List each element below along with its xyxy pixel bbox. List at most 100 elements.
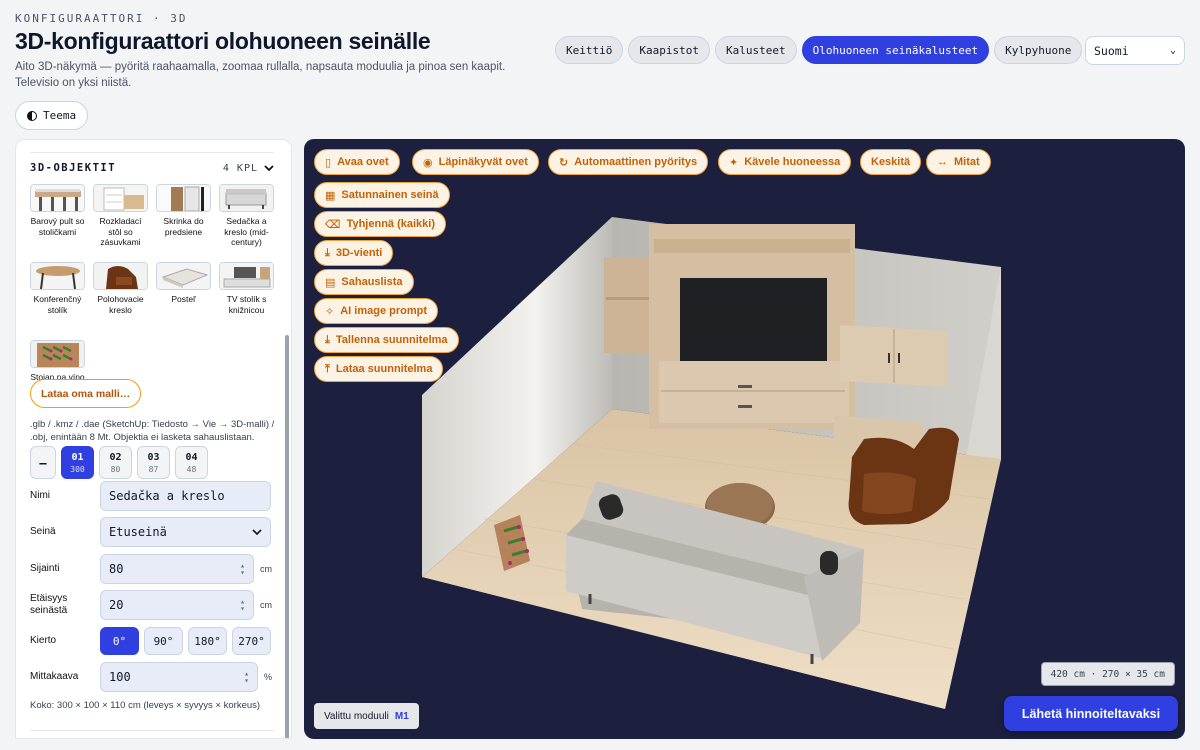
- export-3d-button[interactable]: ⤓ 3D-vienti: [314, 240, 394, 266]
- scale-row: Mittakaava 100 ▴ ▾ %: [30, 662, 280, 692]
- cut-list-button[interactable]: ▤ Sahauslista: [314, 269, 414, 295]
- left-shelf: [604, 257, 654, 353]
- recliner-icon: [93, 262, 148, 290]
- stepper-icon[interactable]: ▴ ▾: [240, 598, 245, 613]
- tab-keittio[interactable]: Keittiö: [555, 36, 624, 64]
- wall-select[interactable]: Etuseinä: [100, 517, 271, 547]
- tab-kylpyhuone[interactable]: Kylpyhuone: [994, 36, 1083, 64]
- module-number: 03: [147, 451, 160, 463]
- position-unit: cm: [260, 564, 272, 574]
- sidebar: 3D-OBJEKTIT 4 KPL Barový pult so stoličk…: [15, 139, 292, 739]
- sidebar-divider: [30, 152, 274, 153]
- rotation-90-button[interactable]: 90°: [144, 627, 183, 655]
- upload-model-button[interactable]: Lataa oma malli…: [30, 379, 142, 408]
- thumb-label: Sedačka a kreslo (mid-century): [224, 216, 269, 247]
- dimensions-button[interactable]: ↔ Mitat: [926, 149, 991, 175]
- grid-icon: ▦: [325, 189, 336, 202]
- thumb-folding-table[interactable]: Rozkladací stôl so zásuvkami: [92, 184, 149, 259]
- category-tabs: Keittiö Kaapistot Kalusteet Olohuoneen s…: [555, 36, 1083, 64]
- distance-label: Etäisyys seinästä: [30, 593, 68, 616]
- thumb-recliner[interactable]: Polohovacie kreslo: [92, 262, 149, 337]
- module-tab-04[interactable]: 04 48: [175, 446, 208, 479]
- module-tabs: — 01 300 02 80 03 87 04 48: [30, 446, 208, 479]
- thumb-label: Konferenčný stolík: [33, 294, 82, 315]
- scale-input[interactable]: 100 ▴ ▾: [100, 662, 258, 692]
- thumb-label: Polohovacie kreslo: [97, 294, 144, 315]
- theme-label: Teema: [43, 109, 77, 122]
- theme-button[interactable]: Teema: [15, 101, 89, 130]
- module-number: 01: [71, 451, 84, 463]
- 3d-viewport[interactable]: ▯ Avaa ovet ◉ Läpinäkyvät ovet ↻ Automaa…: [304, 139, 1185, 739]
- thumb-bed[interactable]: Posteľ: [155, 262, 212, 337]
- selected-module-badge: Valittu moduuli M1: [314, 703, 419, 729]
- tab-kaapistot[interactable]: Kaapistot: [628, 36, 710, 64]
- rotation-180-button[interactable]: 180°: [188, 627, 227, 655]
- walk-icon: ✦: [729, 156, 739, 169]
- distance-row: Etäisyys seinästä 20 ▴ ▾ cm: [30, 590, 280, 620]
- size-note: Koko: 300 × 100 × 110 cm (leveys × syvyy…: [30, 700, 261, 711]
- thumb-hallway-cabinet[interactable]: Skrinka do predsiene: [155, 184, 212, 259]
- folding-table-icon: [93, 184, 148, 212]
- tab-kalusteet[interactable]: Kalusteet: [714, 36, 797, 64]
- ruler-icon: ↔: [937, 156, 948, 168]
- objects-count-label: 4 KPL: [222, 162, 258, 174]
- position-row: Sijainti 80 ▴ ▾ cm: [30, 554, 280, 584]
- thumb-coffee-table[interactable]: Konferenčný stolík: [29, 262, 86, 337]
- position-label: Sijainti: [30, 563, 60, 574]
- walk-room-label: Kävele huoneessa: [744, 156, 841, 168]
- module-number: 02: [109, 451, 122, 463]
- distance-input[interactable]: 20 ▴ ▾: [100, 590, 254, 620]
- load-plan-button[interactable]: ⤒ Lataa suunnitelma: [314, 356, 444, 382]
- bed-icon: [156, 262, 211, 290]
- send-for-quote-button[interactable]: Lähetä hinnoiteltavaksi: [1004, 696, 1178, 731]
- hallway-cabinet-icon: [156, 184, 211, 212]
- module-tab-03[interactable]: 03 87: [137, 446, 170, 479]
- scale-label: Mittakaava: [30, 671, 79, 682]
- table-icon: ▤: [325, 276, 336, 289]
- thumb-label: Posteľ: [171, 294, 196, 304]
- clear-all-button[interactable]: ⌫ Tyhjennä (kaikki): [314, 211, 446, 237]
- walk-room-button[interactable]: ✦ Kävele huoneessa: [718, 149, 852, 175]
- selected-module-value: M1: [394, 710, 409, 722]
- tv-stand-icon: [219, 262, 274, 290]
- upload-icon: ⤒: [325, 362, 330, 375]
- center-button[interactable]: Keskitä: [860, 149, 922, 175]
- name-row: Nimi Sedačka a kreslo: [30, 481, 280, 511]
- stepper-icon[interactable]: ▴ ▾: [240, 562, 245, 577]
- scale-unit: %: [264, 672, 273, 682]
- sofa-armchair-icon: [219, 184, 274, 212]
- language-select[interactable]: Suomi ⌄: [1085, 36, 1185, 65]
- module-size: 80: [110, 464, 121, 474]
- module-tab-01[interactable]: 01 300: [61, 446, 94, 479]
- rotate-icon: ↻: [559, 156, 569, 169]
- thumb-bar-counter[interactable]: Barový pult so stoličkami: [29, 184, 86, 259]
- thumb-label: TV stolík s knižnicou: [226, 294, 267, 315]
- stepper-icon[interactable]: ▴ ▾: [244, 670, 249, 685]
- thumb-sofa-armchair[interactable]: Sedačka a kreslo (mid-century): [218, 184, 275, 259]
- objects-header[interactable]: 3D-OBJEKTIT 4 KPL: [30, 162, 274, 174]
- thumb-label: Rozkladací stôl so zásuvkami: [99, 216, 142, 247]
- name-input[interactable]: Sedačka a kreslo: [100, 481, 271, 511]
- remove-module-button[interactable]: —: [30, 446, 56, 479]
- module-size: 300: [70, 464, 85, 474]
- ai-prompt-label: AI image prompt: [340, 305, 428, 317]
- save-plan-button[interactable]: ⤓ Tallenna suunnitelma: [314, 327, 459, 353]
- rotation-0-button[interactable]: 0°: [100, 627, 139, 655]
- auto-rotate-button[interactable]: ↻ Automaattinen pyöritys: [548, 149, 709, 175]
- position-input[interactable]: 80 ▴ ▾: [100, 554, 254, 584]
- thumb-tv-stand[interactable]: TV stolík s knižnicou: [218, 262, 275, 337]
- chevron-down-icon: ⌄: [1169, 45, 1176, 56]
- center-label: Keskitä: [871, 156, 911, 168]
- transparent-doors-button[interactable]: ◉ Läpinäkyvät ovet: [412, 149, 539, 175]
- distance-unit: cm: [260, 600, 272, 610]
- door-icon: ▯: [325, 156, 332, 169]
- sidebar-scrollbar[interactable]: [285, 335, 289, 738]
- rotation-270-button[interactable]: 270°: [232, 627, 271, 655]
- module-tab-02[interactable]: 02 80: [99, 446, 132, 479]
- tab-olohuoneen-seinakalusteet[interactable]: Olohuoneen seinäkalusteet: [801, 36, 990, 64]
- coffee-table-icon: [30, 262, 85, 290]
- bar-counter-icon: [30, 184, 85, 212]
- open-doors-button[interactable]: ▯ Avaa ovet: [314, 149, 400, 175]
- ai-prompt-button[interactable]: ✧ AI image prompt: [314, 298, 439, 324]
- random-wall-button[interactable]: ▦ Satunnainen seinä: [314, 182, 450, 208]
